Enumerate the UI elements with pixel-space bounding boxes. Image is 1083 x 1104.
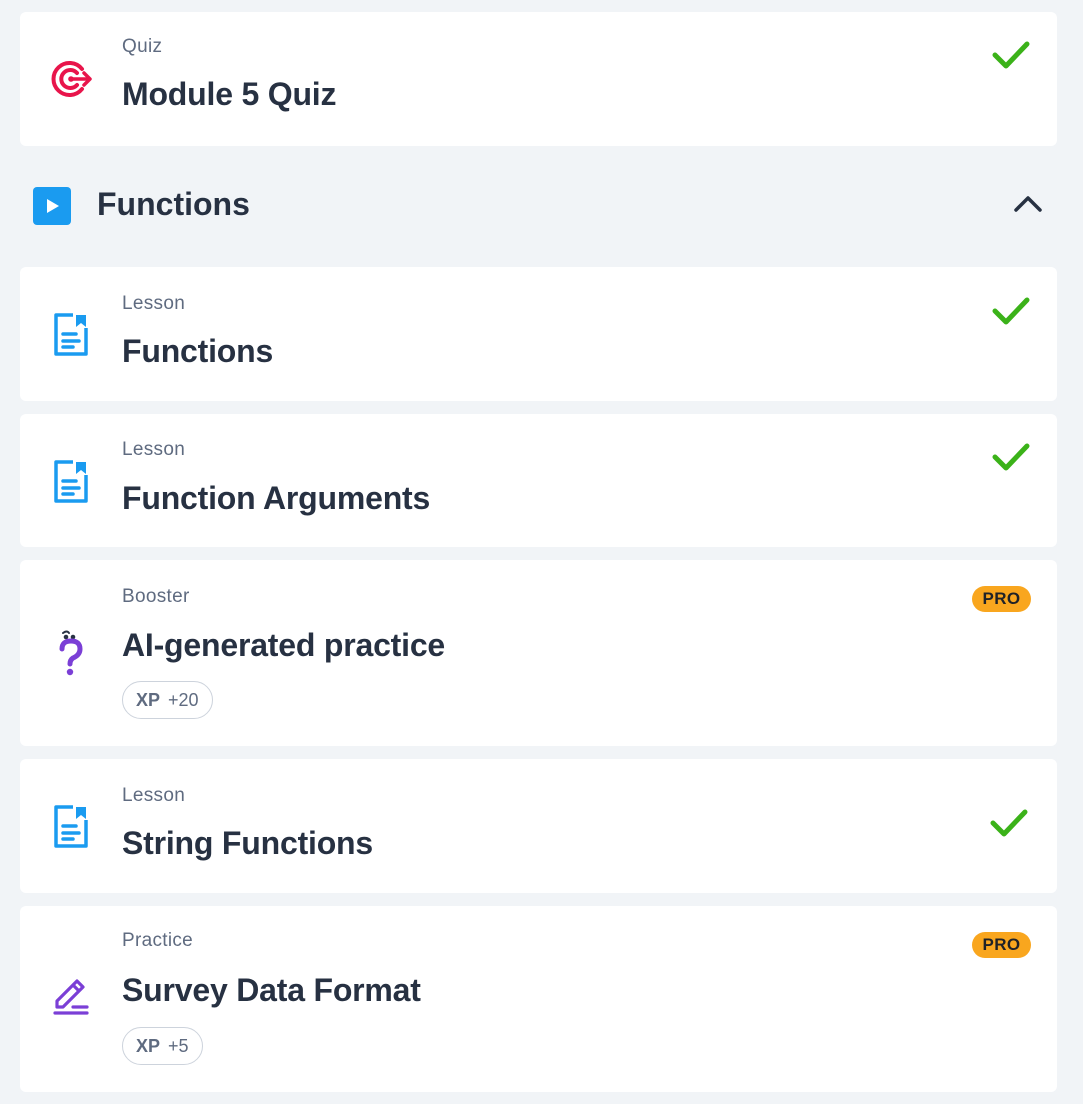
- item-title: String Functions: [122, 825, 374, 861]
- chevron-up-icon[interactable]: [1013, 193, 1043, 215]
- item-title: AI-generated practice: [122, 627, 446, 663]
- xp-label: XP: [136, 689, 161, 710]
- xp-value: +20: [168, 689, 199, 710]
- item-type-label: Practice: [122, 930, 194, 951]
- booster-card-ai-generated-practice[interactable]: Booster AI-generated practice PRO XP +20: [20, 560, 1057, 746]
- item-title: Functions: [122, 333, 274, 369]
- lesson-card-functions[interactable]: Lesson Functions: [20, 267, 1057, 401]
- check-icon: [992, 443, 1030, 471]
- question-mark-icon: [49, 630, 93, 676]
- check-icon: [990, 809, 1028, 837]
- xp-value: +5: [168, 1035, 189, 1056]
- lesson-document-icon: [49, 804, 93, 848]
- pro-badge: PRO: [972, 932, 1031, 958]
- play-icon: [33, 187, 71, 225]
- item-title: Function Arguments: [122, 480, 431, 516]
- xp-pill: XP +5: [122, 1027, 203, 1065]
- item-title: Module 5 Quiz: [122, 76, 337, 112]
- pro-badge: PRO: [972, 586, 1031, 612]
- lesson-card-function-arguments[interactable]: Lesson Function Arguments: [20, 414, 1057, 547]
- lesson-document-icon: [49, 312, 93, 356]
- quiz-card-module-5[interactable]: Quiz Module 5 Quiz: [20, 12, 1057, 146]
- section-title: Functions: [97, 186, 250, 222]
- item-title: Survey Data Format: [122, 972, 421, 1008]
- item-type-label: Quiz: [122, 36, 163, 57]
- pencil-icon: [49, 975, 93, 1019]
- item-type-label: Lesson: [122, 439, 186, 460]
- lesson-document-icon: [49, 459, 93, 503]
- item-type-label: Lesson: [122, 293, 186, 314]
- practice-card-survey-data-format[interactable]: Practice Survey Data Format PRO XP +5: [20, 906, 1057, 1092]
- xp-pill: XP +20: [122, 681, 213, 719]
- lesson-card-string-functions[interactable]: Lesson String Functions: [20, 759, 1057, 893]
- xp-label: XP: [136, 1035, 161, 1056]
- section-header-functions[interactable]: Functions: [20, 170, 1057, 244]
- check-icon: [992, 297, 1030, 325]
- target-icon: [49, 57, 93, 101]
- item-type-label: Lesson: [122, 785, 186, 806]
- item-type-label: Booster: [122, 586, 190, 607]
- check-icon: [992, 41, 1030, 69]
